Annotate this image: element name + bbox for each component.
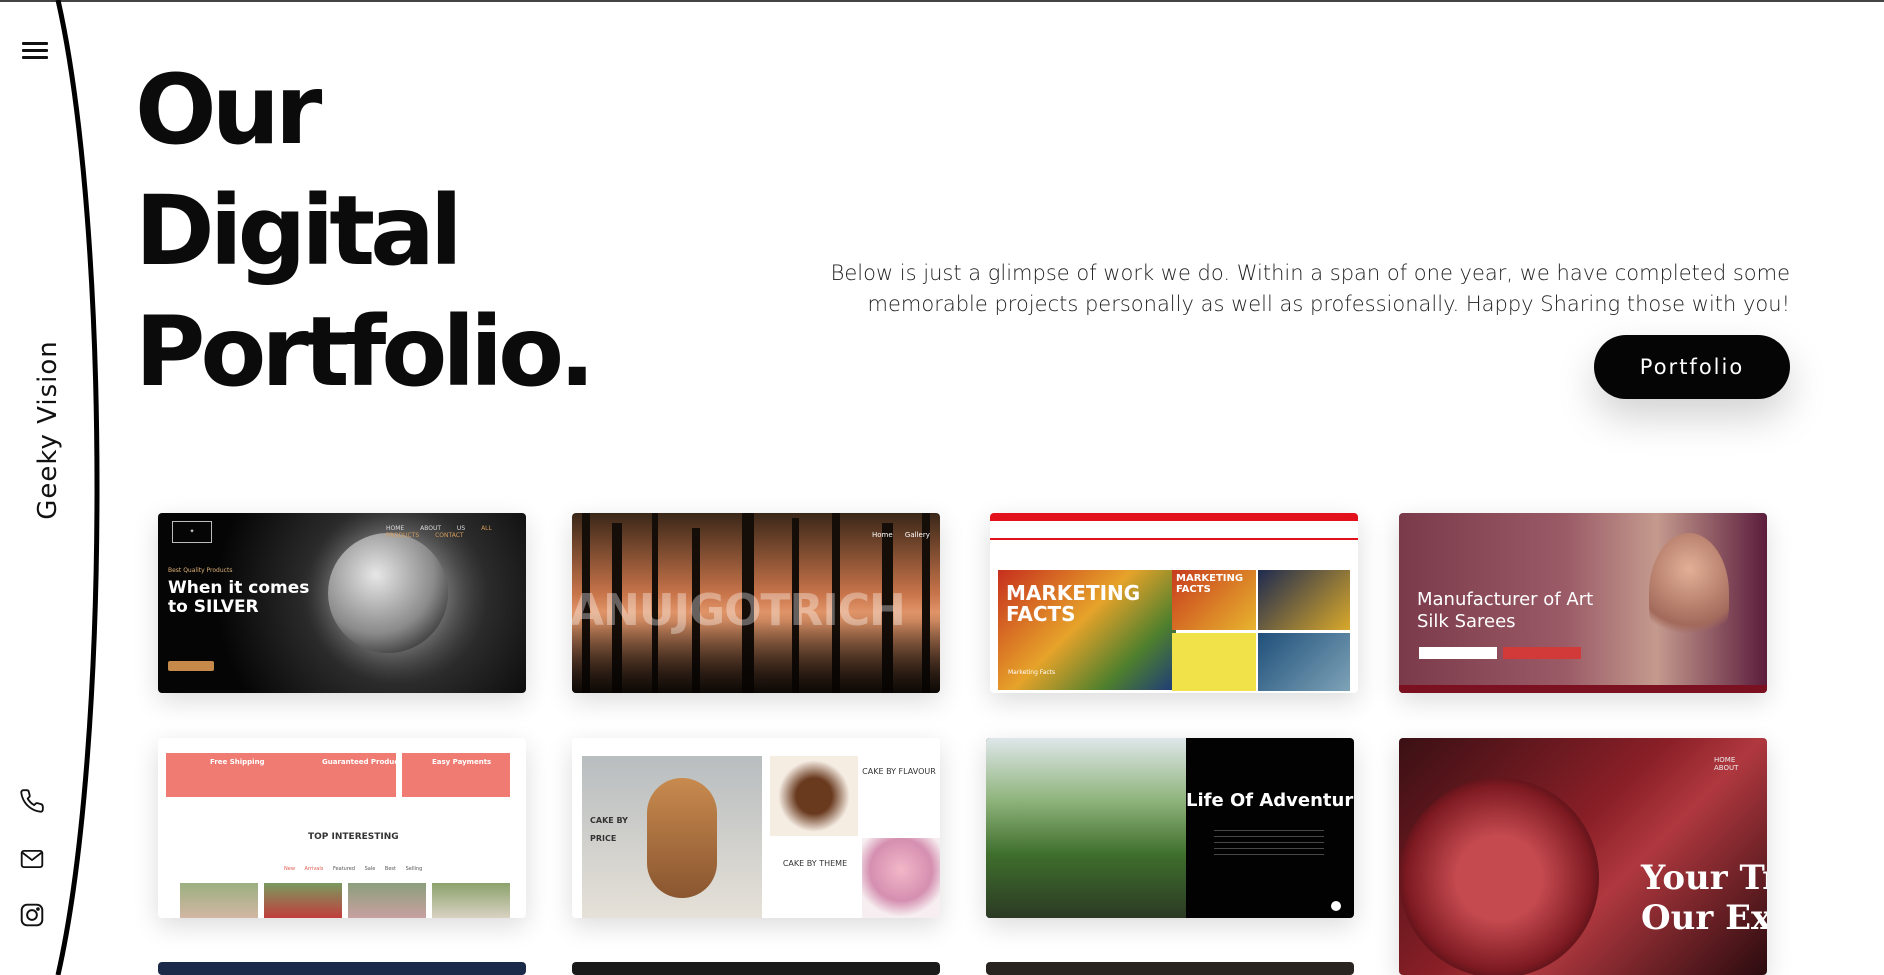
project-card-peek[interactable] [986,962,1354,975]
headline-line-1: Your Tr [1641,858,1767,898]
section-title: TOP INTERESTING [308,832,399,842]
project-card-investment[interactable]: HOME ABOUT Your Tr Our Exp [1399,738,1767,975]
filter-tabs: New Arrivals Featured Sale Best Selling [284,866,423,872]
tile-headline: MARKETING FACTS [1176,573,1244,595]
title-line-3: Portfolio. [135,296,595,408]
card-headline: Life Of Adventure [1186,790,1354,811]
landscape-image [986,738,1186,918]
page-title: Our Digital Portfolio. [135,50,595,413]
card-headline: When it comes to SILVER [168,578,310,617]
site-nav: HOME ABOUT [1714,756,1739,772]
mail-icon[interactable] [17,844,47,874]
caption: Marketing Facts [1008,669,1056,676]
project-card-anujgotrich[interactable]: Home Gallery ANUJGOTRICH [572,513,940,693]
brand-logo: ✦ [172,521,212,543]
project-card-adventure[interactable]: Life Of Adventure [986,738,1354,918]
project-card-peek[interactable] [158,962,526,975]
hamburger-menu-icon[interactable] [22,38,48,62]
feature-label: Guaranteed Product [322,758,402,766]
read-more-button [168,661,214,671]
site-nav: Home Gallery [872,531,930,539]
brand-name[interactable]: Geeky Vision [33,340,63,520]
phone-icon[interactable] [17,786,47,816]
top-border [0,0,1884,2]
project-card-peek[interactable] [572,962,940,975]
title-line-1: Our [135,54,322,166]
card-headline: Manufacturer of Art Silk Sarees [1417,589,1594,632]
cake-label: CAKE BY FLAVOUR [862,767,936,776]
project-card-silver[interactable]: ✦ HOME ABOUT US ALL PRODUCTS CONTACT Bes… [158,513,526,693]
feature-label: Easy Payments [432,758,492,766]
portfolio-button[interactable]: Portfolio [1594,335,1790,399]
silver-coin-image [328,533,448,653]
red-top-bar [990,513,1358,521]
cupcake-image [647,778,717,898]
project-card-cake[interactable]: CAKE BY PRICE CAKE BY FLAVOUR CAKE BY TH… [572,738,940,918]
sidebar: Geeky Vision [0,0,110,975]
coin-image [1399,778,1599,975]
feature-label: Free Shipping [210,758,265,766]
card-headline: MARKETING FACTS [1006,581,1141,626]
site-nav: HOME ABOUT US ALL PRODUCTS CONTACT [386,525,492,539]
title-line-2: Digital [135,175,463,287]
watermark-text: ANUJGOTRICH [572,585,906,636]
cake-label: CAKE BY THEME [782,859,848,868]
eyebrow-text: Best Quality Products [168,567,233,574]
hero-description: Below is just a glimpse of work we do. W… [830,261,1790,316]
project-card-marketing[interactable]: MARKETING FACTS Marketing Facts MARKETIN… [990,513,1358,693]
project-card-shop[interactable]: Free Shipping Guaranteed Product Easy Pa… [158,738,526,918]
project-card-sarees[interactable]: Manufacturer of Art Silk Sarees [1399,513,1767,693]
instagram-icon[interactable] [17,900,47,930]
headline-line-2: Our Exp [1641,898,1767,938]
cake-label: CAKE BY PRICE [590,816,628,843]
